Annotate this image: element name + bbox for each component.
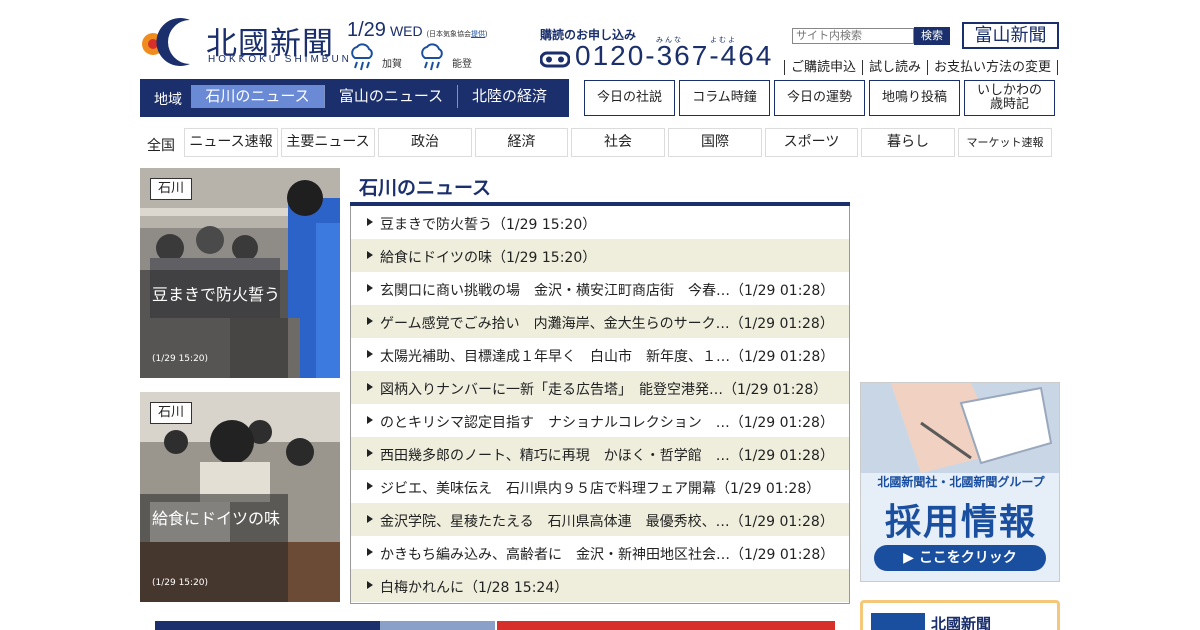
weather-source: (日本気象協会提供) [426, 31, 488, 38]
weekday: WED [389, 23, 423, 39]
category-market-news[interactable]: マーケット速報 [958, 128, 1052, 157]
category-main-news[interactable]: 主要ニュース [281, 128, 375, 157]
hokkoku-banner-title: 北國新聞 [931, 615, 992, 630]
bottom-banner-left-photo [380, 621, 495, 630]
photo-caption[interactable]: 給食にドイツの味 [152, 505, 280, 529]
news-item[interactable]: のとキリシマ認定目指す ナショナルコレクション …（1/29 01:28） [351, 404, 849, 437]
news-item[interactable]: 図柄入りナンバーに一新「走る広告塔」 能登空港発…（1/29 01:28） [351, 371, 849, 404]
link-subscribe[interactable]: ご購読申込 [784, 60, 863, 75]
recruit-subtitle: 北國新聞社・北國新聞グループ [877, 475, 1045, 489]
link-editorial[interactable]: 今日の社説 [584, 80, 675, 116]
weather-label-noto: 能登 [452, 59, 472, 70]
search-input[interactable] [792, 28, 914, 44]
hokkoku-banner-logo [871, 613, 925, 630]
link-payment-change[interactable]: お支払い方法の変更 [927, 60, 1059, 75]
region-tag: 石川 [150, 178, 192, 200]
logo-mark-icon [142, 18, 190, 66]
category-international[interactable]: 国際 [668, 128, 762, 157]
arrow-icon [367, 482, 373, 490]
tab-hokuriku-economy[interactable]: 北陸の経済 [458, 85, 561, 108]
news-item[interactable]: ゲーム感覚でごみ拾い 内灘海岸、金大生らのサーク…（1/29 01:28） [351, 305, 849, 338]
news-item[interactable]: 白梅かれんに（1/28 15:24） [351, 569, 849, 602]
rain-cloud-icon [421, 43, 443, 71]
arrow-icon [367, 515, 373, 523]
category-breaking-news[interactable]: ニュース速報 [184, 128, 278, 157]
news-item[interactable]: 豆まきで防火誓う（1/29 15:20） [351, 206, 849, 239]
news-item[interactable]: 金沢学院、星稜たたえる 石川県高体連 最優秀校、…（1/29 01:28） [351, 503, 849, 536]
link-column-jisho[interactable]: コラム時鐘 [679, 80, 770, 116]
rain-cloud-icon [351, 43, 373, 71]
site-logo[interactable]: 北國新聞 HOKKOKU SHIMBUN [140, 16, 349, 66]
news-item[interactable]: 西田幾多郎のノート、精巧に再現 かほく・哲学館 …（1/29 01:28） [351, 437, 849, 470]
link-reader-posts[interactable]: 地鳴り投稿 [869, 80, 960, 116]
news-item[interactable]: 玄関口に商い挑戦の場 金沢・横安江町商店街 今春…（1/29 01:28） [351, 272, 849, 305]
category-politics[interactable]: 政治 [378, 128, 472, 157]
region-tag: 石川 [150, 402, 192, 424]
news-item[interactable]: かきもち編み込み、高齢者に 金沢・新神田地区社会…（1/29 01:28） [351, 536, 849, 569]
toyama-shimbun-button[interactable]: 富山新聞 [962, 22, 1059, 49]
category-sports[interactable]: スポーツ [765, 128, 858, 157]
subscribe-phone[interactable]: 0120-367-464 [575, 40, 773, 72]
arrow-icon [367, 251, 373, 259]
region-label: 地域 [154, 92, 182, 108]
arrow-icon [367, 218, 373, 226]
news-section-title: 石川のニュース [359, 178, 492, 199]
freedial-icon [540, 51, 570, 68]
photo-card-bean-throwing[interactable]: 石川 豆まきで防火誓う (1/29 15:20) [140, 168, 340, 378]
tab-toyama-news[interactable]: 富山のニュース [325, 85, 457, 108]
news-item[interactable]: 給食にドイツの味（1/29 15:20） [351, 239, 849, 272]
recruit-banner[interactable]: 北國新聞社・北國新聞グループ 採用情報 ▶ ここをクリック [860, 382, 1060, 582]
link-horoscope[interactable]: 今日の運勢 [774, 80, 865, 116]
arrow-icon [367, 581, 373, 589]
arrow-icon [367, 383, 373, 391]
arrow-icon [367, 284, 373, 292]
news-item[interactable]: 太陽光補助、目標達成１年早く 白山市 新年度、１…（1/29 01:28） [351, 338, 849, 371]
category-lifestyle[interactable]: 暮らし [861, 128, 955, 157]
link-ishikawa-calendar[interactable]: いしかわの 歳時記 [964, 80, 1055, 116]
photo-time: (1/29 15:20) [152, 578, 209, 588]
current-date: 1/29 WED (日本気象協会提供) [347, 19, 487, 42]
category-society[interactable]: 社会 [571, 128, 665, 157]
bottom-banner-right[interactable] [497, 621, 835, 630]
link-trial[interactable]: 試し読み [862, 60, 928, 75]
arrow-icon [367, 449, 373, 457]
region-nav: 地域 石川のニュース 富山のニュース 北陸の経済 [140, 79, 569, 117]
search-button[interactable]: 検索 [914, 27, 950, 45]
photo-caption[interactable]: 豆まきで防火誓う [152, 281, 280, 305]
category-all-japan[interactable]: 全国 [147, 135, 175, 155]
news-item[interactable]: ジビエ、美味伝え 石川県内９５店で料理フェア開幕（1/29 01:28） [351, 470, 849, 503]
photo-card-german-lunch[interactable]: 石川 給食にドイツの味 (1/29 15:20) [140, 392, 340, 602]
photo-time: (1/29 15:20) [152, 354, 209, 364]
category-economy[interactable]: 経済 [475, 128, 568, 157]
recruit-click-button[interactable]: ▶ ここをクリック [874, 545, 1046, 571]
news-list: 豆まきで防火誓う（1/29 15:20） 給食にドイツの味（1/29 15:20… [350, 206, 850, 604]
recruit-title: 採用情報 [884, 502, 1037, 543]
arrow-icon [367, 350, 373, 358]
tab-ishikawa-news[interactable]: 石川のニュース [191, 85, 324, 108]
date-value: 1/29 [347, 19, 386, 41]
arrow-icon [367, 317, 373, 325]
subscription-links: ご購読申込 試し読み お支払い方法の変更 [784, 56, 1059, 75]
hokkoku-banner[interactable]: 北國新聞 [860, 600, 1060, 630]
arrow-icon [367, 416, 373, 424]
arrow-icon [367, 548, 373, 556]
logo-subtitle: HOKKOKU SHIMBUN [208, 54, 352, 65]
weather-source-link[interactable]: 提供 [471, 31, 485, 38]
weather-label-kaga: 加賀 [382, 59, 402, 70]
